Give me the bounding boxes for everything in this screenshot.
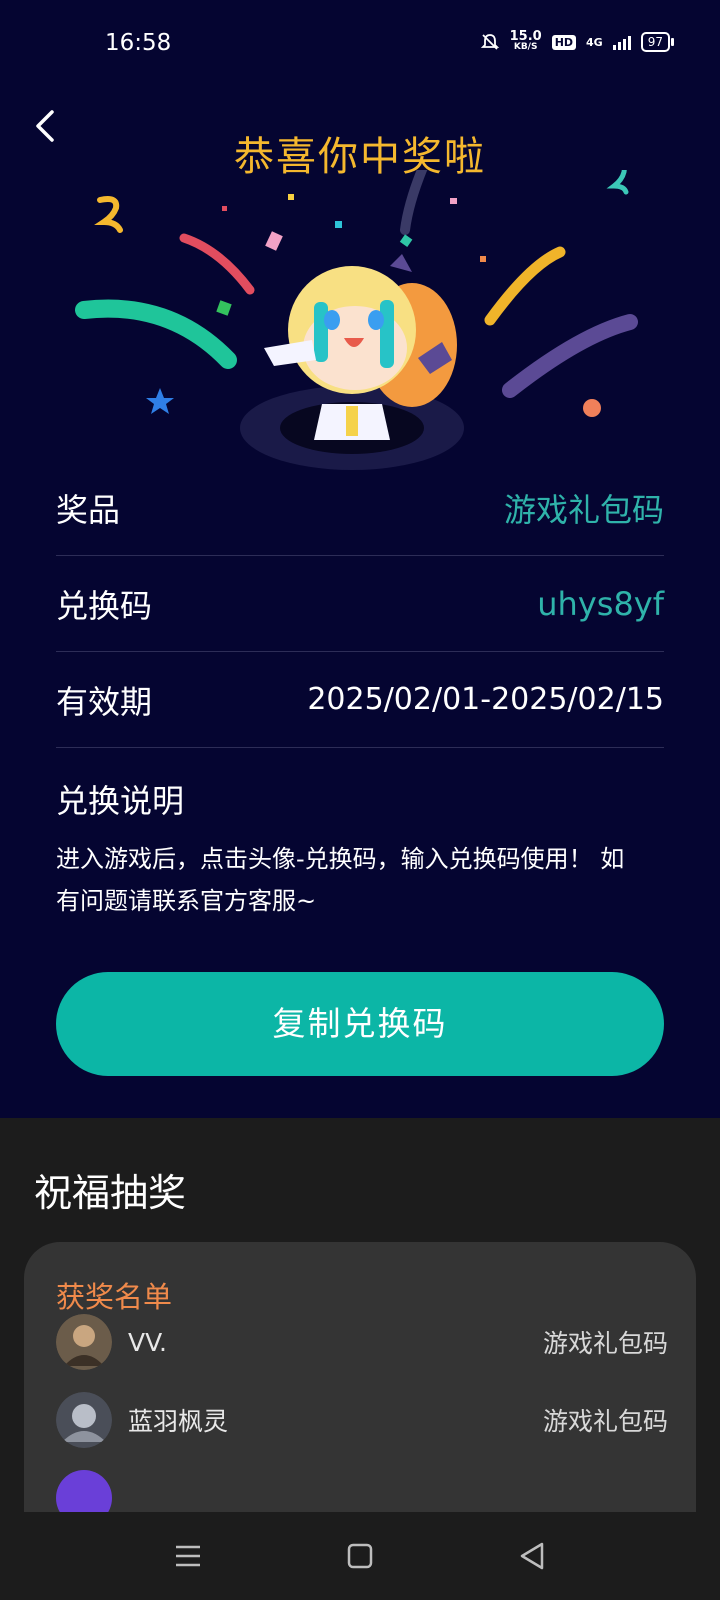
home-icon[interactable] — [338, 1534, 382, 1578]
redemption-code[interactable]: uhys8yf — [537, 585, 664, 623]
blessing-lottery-title: 祝福抽奖 — [34, 1171, 187, 1215]
celebration-illustration — [75, 170, 638, 470]
back-nav-icon[interactable] — [510, 1534, 554, 1578]
prize-label: 奖品 — [56, 490, 121, 529]
status-bar: 16:58 15.0 KB/S HD 4G 97 — [0, 0, 720, 90]
winners-card: 获奖名单 VV. 游戏礼包码 蓝羽枫灵 游戏礼包码 — [24, 1242, 696, 1526]
status-icons: 15.0 KB/S HD 4G 97 — [480, 29, 675, 53]
code-row: 兑换码 uhys8yf — [56, 556, 664, 652]
validity-value: 2025/02/01-2025/02/15 — [307, 682, 664, 717]
prize-value: 游戏礼包码 — [503, 490, 664, 529]
navigation-bar — [0, 1512, 720, 1600]
validity-label: 有效期 — [56, 682, 153, 721]
prize-section: 16:58 15.0 KB/S HD 4G 97 恭喜你中奖啦 奖品 游戏礼包码… — [0, 0, 720, 1118]
winners-label: 获奖名单 — [56, 1280, 173, 1314]
instructions-title: 兑换说明 — [56, 782, 185, 820]
winner-prize: 游戏礼包码 — [542, 1407, 668, 1436]
battery-icon: 97 — [640, 32, 675, 52]
winner-row[interactable]: 蓝羽枫灵 游戏礼包码 — [56, 1392, 668, 1448]
signal-icon — [612, 34, 631, 50]
prize-row: 奖品 游戏礼包码 — [56, 460, 664, 556]
winner-prize: 游戏礼包码 — [542, 1329, 668, 1358]
network-type: 4G — [586, 35, 603, 49]
winner-name: VV. — [128, 1327, 167, 1357]
network-speed: 15.0 KB/S — [509, 29, 542, 52]
avatar — [56, 1392, 112, 1448]
bell-mute-icon — [480, 34, 499, 50]
instructions-text: 进入游戏后，点击头像-兑换码，输入兑换码使用！ 如有问题请联系官方客服~ — [56, 845, 625, 915]
hd-badge: HD — [551, 34, 577, 50]
avatar — [56, 1314, 112, 1370]
validity-row: 有效期 2025/02/01-2025/02/15 — [56, 652, 664, 748]
winner-name: 蓝羽枫灵 — [128, 1407, 229, 1436]
code-label: 兑换码 — [56, 586, 153, 625]
status-time: 16:58 — [105, 30, 172, 56]
menu-icon[interactable] — [166, 1534, 210, 1578]
winner-row[interactable]: VV. 游戏礼包码 — [56, 1314, 668, 1370]
prize-details: 奖品 游戏礼包码 兑换码 uhys8yf 有效期 2025/02/01-2025… — [56, 460, 664, 922]
copy-code-button[interactable]: 复制兑换码 — [56, 972, 664, 1076]
